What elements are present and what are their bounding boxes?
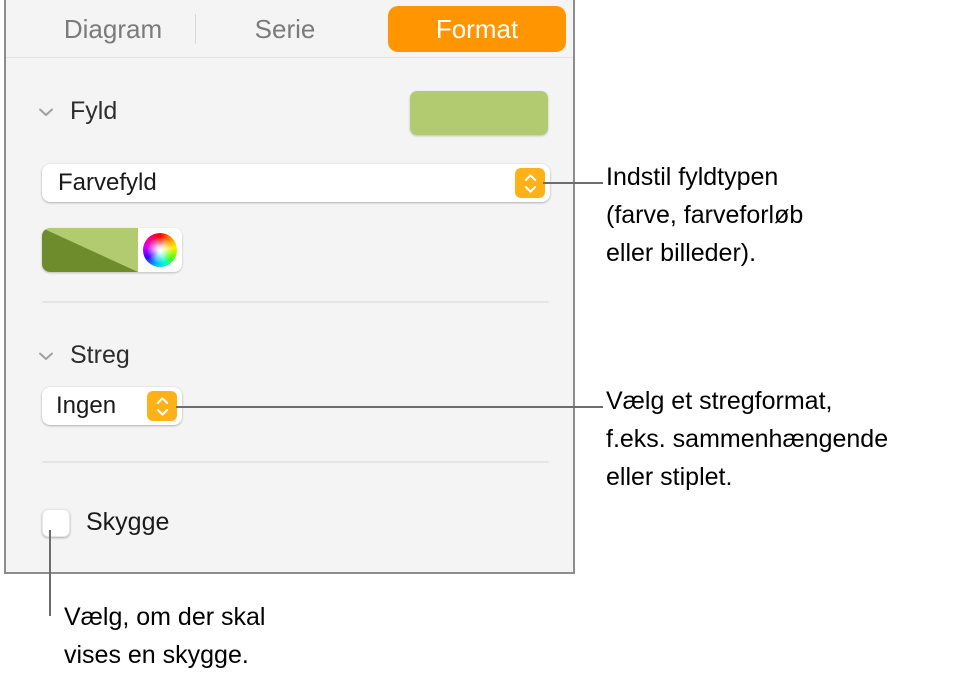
fill-preview-swatch[interactable] [410, 91, 548, 135]
shadow-checkbox[interactable] [42, 508, 70, 537]
chevron-up-down-icon[interactable] [515, 168, 545, 198]
fill-color-control[interactable] [42, 228, 182, 272]
inspector-tab-bar: Diagram Serie Format [6, 0, 573, 58]
callout-text-shadow: Vælg, om der skal vises en skygge. [64, 603, 266, 669]
format-inspector-panel: Diagram Serie Format Fyld Farvefyld Stre… [4, 0, 575, 574]
fill-section-header[interactable]: Fyld [36, 97, 117, 126]
color-wheel-icon [143, 233, 177, 267]
fill-color-swatch[interactable] [42, 228, 138, 272]
color-wheel-button[interactable] [138, 228, 182, 272]
shadow-row[interactable]: Skygge [42, 508, 169, 537]
tab-diagram[interactable]: Diagram [30, 6, 196, 52]
callout-text-fill: Indstil fyldtypen (farve, farveforløb el… [606, 163, 804, 267]
callout-leader-shadow [49, 530, 51, 616]
shadow-label: Skygge [86, 508, 170, 536]
chevron-up-down-icon[interactable] [147, 391, 177, 421]
line-section-header[interactable]: Streg [36, 341, 130, 370]
chevron-down-icon[interactable] [36, 346, 56, 366]
callout-leader-line [176, 406, 603, 408]
tab-serie[interactable]: Serie [202, 6, 368, 52]
chevron-down-icon[interactable] [36, 102, 56, 122]
callout-text-line: Vælg et stregformat, f.eks. sammenhængen… [606, 387, 889, 491]
callout-leader-fill [543, 182, 603, 184]
fill-section-title: Fyld [70, 97, 118, 125]
tab-format[interactable]: Format [388, 6, 566, 52]
fill-type-value: Farvefyld [58, 169, 157, 196]
section-divider [42, 301, 549, 303]
section-divider [42, 461, 549, 463]
line-style-value: Ingen [56, 392, 117, 419]
fill-type-select[interactable]: Farvefyld [42, 164, 550, 202]
tab-divider [195, 14, 196, 44]
line-section-title: Streg [70, 341, 130, 369]
line-style-select[interactable]: Ingen [42, 387, 182, 425]
